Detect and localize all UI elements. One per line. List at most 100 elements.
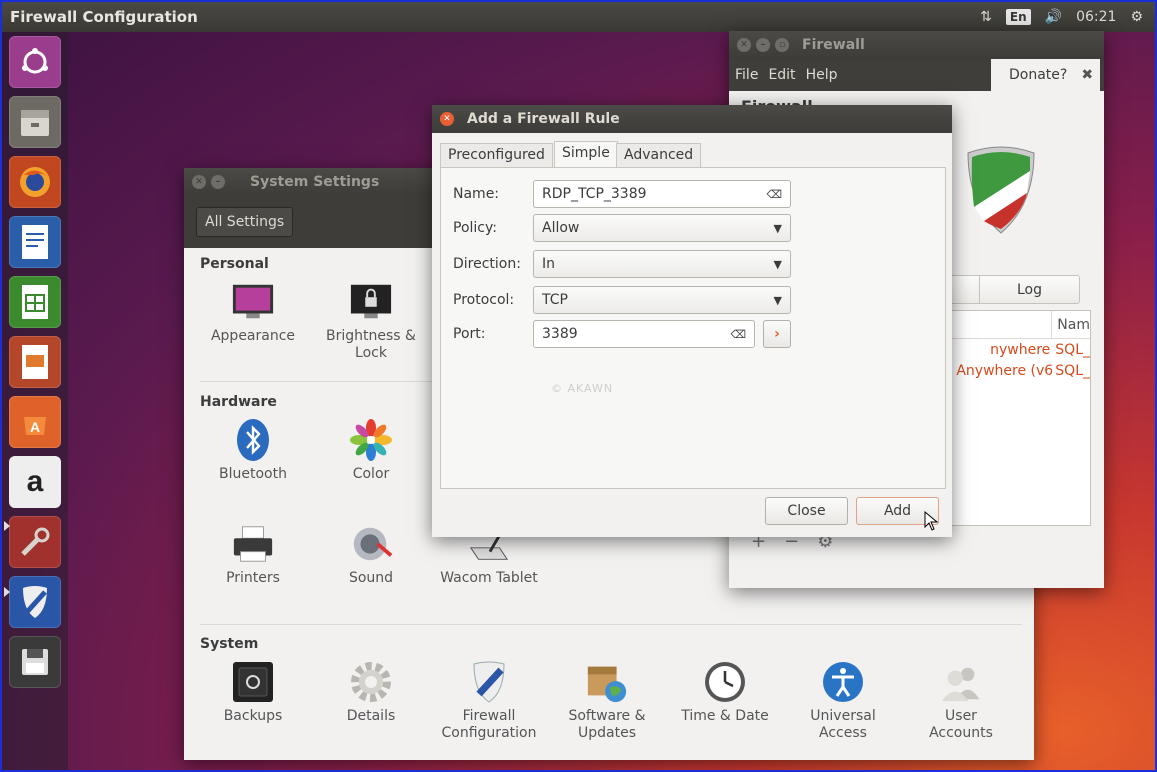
clear-icon[interactable]: ⌫ (730, 328, 746, 341)
chevron-down-icon: ▼ (773, 221, 782, 235)
keyboard-layout-indicator[interactable]: En (1005, 9, 1031, 25)
files-icon[interactable] (9, 96, 61, 148)
settings-item-time-date[interactable]: Time & Date (670, 660, 780, 725)
libreoffice-writer-icon[interactable] (9, 216, 61, 268)
tab-preconfigured[interactable]: Preconfigured (440, 143, 553, 167)
chevron-down-icon: ▼ (773, 293, 782, 307)
settings-item-sound[interactable]: Sound (316, 522, 426, 587)
name-label: Name: (453, 186, 500, 202)
settings-item-software-updates[interactable]: Software & Updates (552, 660, 662, 742)
settings-item-bluetooth[interactable]: Bluetooth (198, 418, 308, 483)
settings-item-firewall-configuration[interactable]: Firewall Configuration (434, 660, 544, 742)
direction-label: Direction: (453, 256, 521, 272)
network-icon[interactable]: ⇅ (980, 9, 992, 25)
table-row[interactable]: l Anywhere (v6) SQL_ (948, 360, 1090, 381)
table-row[interactable]: nywhere SQL_ (948, 339, 1090, 360)
users-icon (939, 660, 983, 704)
launcher-item-settings[interactable] (9, 516, 61, 568)
close-icon[interactable]: ✖ (1081, 67, 1093, 83)
launcher-item-firewall[interactable] (9, 576, 61, 628)
simple-tab-panel: Name: RDP_TCP_3389 ⌫ Policy: Allow ▼ Dir… (440, 167, 946, 489)
save-icon[interactable] (9, 636, 61, 688)
volume-icon[interactable]: 🔊 (1045, 9, 1062, 25)
all-settings-button[interactable]: All Settings (196, 207, 294, 237)
minimize-icon[interactable]: – (756, 38, 770, 52)
section-hardware: Hardware (200, 394, 277, 410)
system-settings-icon[interactable] (9, 516, 61, 568)
package-icon (585, 660, 629, 704)
active-app-title: Firewall Configuration (10, 8, 198, 26)
add-rule-dialog: ✕ Add a Firewall Rule Preconfigured Simp… (432, 105, 952, 537)
minimize-icon[interactable]: – (211, 175, 225, 189)
software-center-icon[interactable]: A (9, 396, 61, 448)
watermark: © AKAWN (551, 382, 614, 395)
menu-file[interactable]: File (735, 67, 758, 83)
appearance-icon (231, 280, 275, 324)
launcher: A a (2, 32, 68, 770)
protocol-select[interactable]: TCP ▼ (533, 286, 791, 314)
settings-item-appearance[interactable]: Appearance (198, 280, 308, 345)
donate-button[interactable]: Donate? ✖ (991, 59, 1100, 91)
settings-item-printers[interactable]: Printers (198, 522, 308, 587)
speaker-icon (349, 522, 393, 566)
clock[interactable]: 06:21 (1076, 9, 1116, 25)
settings-item-color[interactable]: Color (316, 418, 426, 483)
tab-simple[interactable]: Simple (554, 141, 618, 167)
printer-icon (231, 522, 275, 566)
rules-header: Nam (948, 311, 1090, 339)
launcher-running-indicator (4, 587, 10, 597)
policy-label: Policy: (453, 220, 497, 236)
mouse-pointer-icon (924, 510, 939, 535)
lock-icon (349, 280, 393, 324)
settings-item-universal-access[interactable]: Universal Access (788, 660, 898, 742)
chevron-right-icon: › (774, 326, 780, 342)
firewall-tabs: Log (947, 275, 1080, 304)
tab-rules[interactable] (948, 276, 980, 303)
name-field[interactable]: RDP_TCP_3389 ⌫ (533, 180, 791, 208)
firewall-icon[interactable] (9, 576, 61, 628)
divider (200, 624, 1022, 625)
libreoffice-impress-icon[interactable] (9, 336, 61, 388)
settings-item-brightness-lock[interactable]: Brightness & Lock (316, 280, 426, 362)
direction-select[interactable]: In ▼ (533, 250, 791, 278)
col-to-header[interactable] (948, 311, 1053, 338)
section-personal: Personal (200, 256, 269, 272)
col-name-header[interactable]: Nam (1052, 311, 1090, 338)
clock-icon (703, 660, 747, 704)
close-icon[interactable]: ✕ (192, 175, 206, 189)
settings-item-backups[interactable]: Backups (198, 660, 308, 725)
dialog-notebook: Preconfigured Simple Advanced Name: RDP_… (440, 141, 946, 489)
session-gear-icon[interactable]: ⚙ (1130, 9, 1143, 25)
tab-advanced[interactable]: Advanced (616, 143, 702, 167)
close-icon[interactable]: ✕ (737, 38, 751, 52)
libreoffice-calc-icon[interactable] (9, 276, 61, 328)
firewall-titlebar: ✕ – ▫ Firewall (729, 31, 1104, 59)
launcher-running-indicator (4, 521, 10, 531)
settings-item-user-accounts[interactable]: User Accounts (906, 660, 1016, 742)
menu-help[interactable]: Help (806, 67, 838, 83)
rules-list[interactable]: Nam nywhere SQL_ l Anywhere (v6) SQL_ (947, 310, 1091, 526)
menu-edit[interactable]: Edit (768, 67, 795, 83)
gufw-shield-logo (964, 143, 1038, 239)
safe-icon (231, 660, 275, 704)
ubuntu-dash-icon[interactable] (9, 36, 61, 88)
tab-log[interactable]: Log (980, 282, 1079, 298)
chevron-down-icon: ▼ (773, 257, 782, 271)
close-button[interactable]: Close (765, 497, 848, 525)
accessibility-icon (821, 660, 865, 704)
indicators: ⇅ En 🔊 06:21 ⚙ (980, 9, 1155, 25)
window-title: System Settings (250, 174, 380, 190)
settings-item-details[interactable]: Details (316, 660, 426, 725)
clear-icon[interactable]: ⌫ (766, 188, 782, 201)
amazon-icon[interactable]: a (9, 456, 61, 508)
port-copy-button[interactable]: › (763, 320, 791, 348)
policy-select[interactable]: Allow ▼ (533, 214, 791, 242)
maximize-icon[interactable]: ▫ (775, 38, 789, 52)
dialog-titlebar: ✕ Add a Firewall Rule (432, 105, 952, 133)
section-system: System (200, 636, 259, 652)
close-icon[interactable]: ✕ (440, 112, 454, 126)
top-panel: Firewall Configuration ⇅ En 🔊 06:21 ⚙ (2, 2, 1155, 32)
firefox-icon[interactable] (9, 156, 61, 208)
window-title: Firewall (802, 37, 865, 53)
port-field[interactable]: 3389 ⌫ (533, 320, 755, 348)
